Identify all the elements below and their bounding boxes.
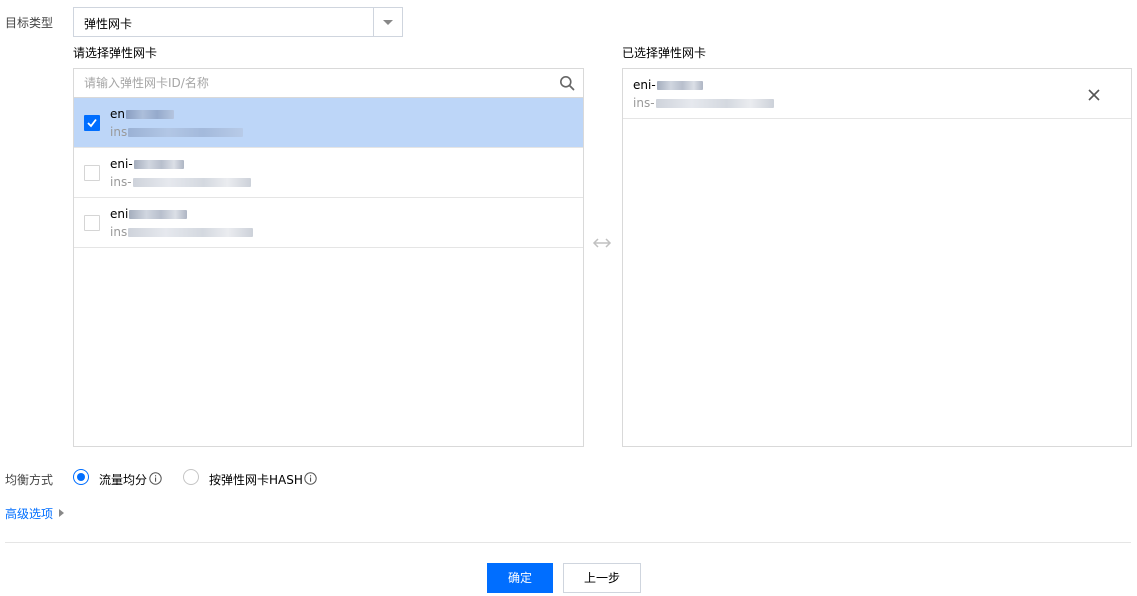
instance-id: ins bbox=[110, 225, 254, 239]
selected-eni-item: eni- ins- bbox=[623, 69, 1131, 119]
transfer-arrow-icon bbox=[592, 238, 612, 248]
target-type-label: 目标类型 bbox=[5, 16, 54, 30]
target-type-select[interactable]: 弹性网卡 bbox=[73, 7, 403, 37]
traffic-even-label[interactable]: 流量均分 bbox=[99, 471, 147, 488]
eni-list-item[interactable]: en ins bbox=[74, 98, 583, 148]
radio-traffic-even[interactable] bbox=[73, 469, 89, 485]
eni-list-item[interactable]: eni- ins- bbox=[74, 148, 583, 198]
eni-id: eni- bbox=[110, 157, 184, 171]
available-eni-panel: en ins eni- ins- eni ins bbox=[73, 68, 584, 447]
instance-id: ins- bbox=[633, 96, 774, 110]
search-bar bbox=[74, 69, 583, 98]
eni-list-item[interactable]: eni ins bbox=[74, 198, 583, 248]
advanced-options-link[interactable]: 高级选项 bbox=[5, 505, 53, 522]
caret-right-icon[interactable] bbox=[59, 509, 64, 517]
info-icon[interactable] bbox=[149, 472, 162, 485]
search-icon[interactable] bbox=[559, 75, 575, 91]
chevron-down-icon[interactable] bbox=[383, 20, 393, 25]
checkbox[interactable] bbox=[84, 215, 100, 231]
close-icon[interactable] bbox=[1087, 88, 1101, 102]
confirm-button[interactable]: 确定 bbox=[487, 563, 553, 593]
checkbox[interactable] bbox=[84, 165, 100, 181]
previous-step-button[interactable]: 上一步 bbox=[563, 563, 641, 593]
eni-hash-label[interactable]: 按弹性网卡HASH bbox=[209, 471, 303, 488]
target-type-value: 弹性网卡 bbox=[84, 17, 133, 31]
radio-eni-hash[interactable] bbox=[183, 469, 199, 485]
instance-id: ins bbox=[110, 125, 244, 139]
selected-list-title: 已选择弹性网卡 bbox=[622, 46, 707, 60]
instance-id: ins- bbox=[110, 175, 251, 189]
eni-id: eni- bbox=[633, 78, 703, 92]
footer-divider bbox=[5, 542, 1131, 543]
selected-eni-panel: eni- ins- bbox=[622, 68, 1132, 447]
balance-mode-label: 均衡方式 bbox=[5, 473, 54, 487]
eni-id: en bbox=[110, 107, 174, 121]
eni-id: eni bbox=[110, 207, 188, 221]
checkbox-checked[interactable] bbox=[84, 115, 100, 131]
available-list-title: 请选择弹性网卡 bbox=[73, 46, 158, 60]
check-icon bbox=[87, 118, 97, 128]
select-divider bbox=[373, 8, 374, 36]
search-input[interactable] bbox=[74, 69, 554, 97]
info-icon[interactable] bbox=[304, 472, 317, 485]
